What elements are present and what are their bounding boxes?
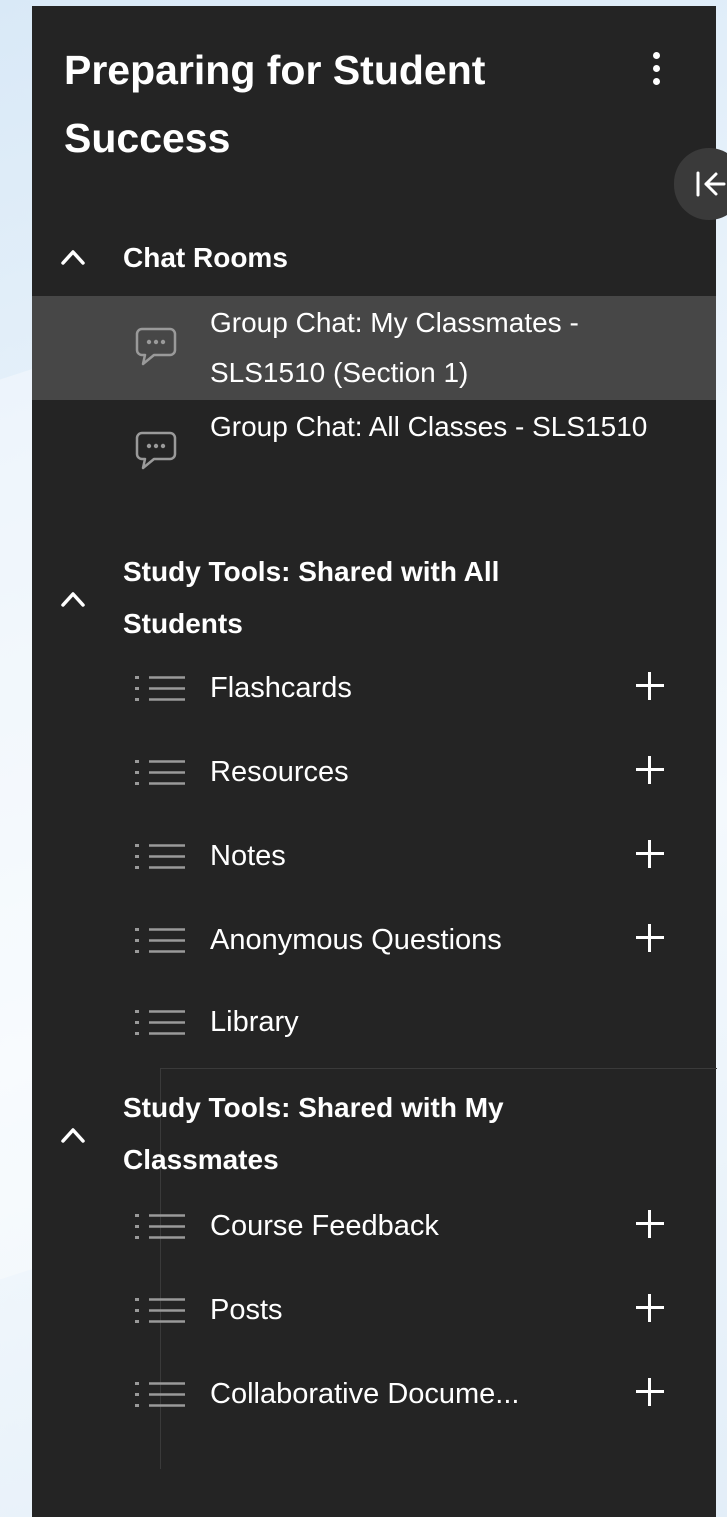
section-title: Chat Rooms [123, 242, 288, 273]
section-header-chat-rooms[interactable]: Chat Rooms [32, 232, 716, 284]
list-icon [135, 676, 185, 701]
chevron-up-icon [61, 250, 85, 265]
add-flashcards-button[interactable] [636, 672, 664, 700]
add-course-feedback-button[interactable] [636, 1210, 664, 1238]
list-icon [135, 1214, 185, 1239]
section-header-study-classmates[interactable]: Study Tools: Shared with My Classmates [32, 1082, 716, 1186]
tool-item-library[interactable]: Library [32, 992, 716, 1052]
tool-label: Collaborative Docume... [210, 1378, 520, 1410]
tool-item-resources[interactable]: Resources [32, 742, 716, 802]
chat-room-label: Group Chat: All Classes - SLS1510 [210, 411, 648, 442]
list-icon [135, 1382, 185, 1407]
course-sidebar-panel: Preparing for Student Success Chat Rooms… [32, 6, 717, 1517]
section-title: Study Tools: Shared with My Classmates [123, 1092, 504, 1175]
tool-label: Course Feedback [210, 1210, 439, 1242]
list-icon [135, 1010, 185, 1035]
tool-item-anonymous-questions[interactable]: Anonymous Questions [32, 910, 716, 970]
add-anonymous-questions-button[interactable] [636, 924, 664, 952]
list-icon [135, 1298, 185, 1323]
tool-label: Anonymous Questions [210, 924, 502, 956]
course-title: Preparing for Student Success [64, 47, 486, 161]
tool-label: Library [210, 1006, 299, 1038]
add-resources-button[interactable] [636, 756, 664, 784]
chat-bubble-icon [135, 431, 177, 470]
add-posts-button[interactable] [636, 1294, 664, 1322]
collapse-left-icon [696, 171, 726, 197]
section-header-study-all-students[interactable]: Study Tools: Shared with All Students [32, 546, 716, 650]
add-notes-button[interactable] [636, 840, 664, 868]
list-icon [135, 928, 185, 953]
tool-item-collaborative-documents[interactable]: Collaborative Docume... [32, 1364, 716, 1424]
add-collaborative-document-button[interactable] [636, 1378, 664, 1406]
kebab-menu-icon[interactable] [646, 52, 666, 92]
chat-room-item-my-classmates[interactable]: Group Chat: My Classmates - SLS1510 (Sec… [32, 296, 716, 400]
tool-label: Resources [210, 756, 349, 788]
tool-label: Notes [210, 840, 286, 872]
section-title: Study Tools: Shared with All Students [123, 556, 500, 639]
tool-item-flashcards[interactable]: Flashcards [32, 658, 716, 718]
chevron-up-icon [61, 1128, 85, 1143]
panel-header: Preparing for Student Success [64, 36, 664, 172]
chevron-up-icon [61, 592, 85, 607]
tool-label: Flashcards [210, 672, 352, 704]
list-icon [135, 760, 185, 785]
chat-room-label: Group Chat: My Classmates - SLS1510 (Sec… [210, 307, 579, 388]
chat-bubble-icon [135, 327, 177, 366]
chat-room-item-all-classes[interactable]: Group Chat: All Classes - SLS1510 [32, 400, 716, 504]
list-icon [135, 844, 185, 869]
tool-label: Posts [210, 1294, 283, 1326]
tool-item-notes[interactable]: Notes [32, 826, 716, 886]
tool-item-posts[interactable]: Posts [32, 1280, 716, 1340]
tool-item-course-feedback[interactable]: Course Feedback [32, 1196, 716, 1256]
